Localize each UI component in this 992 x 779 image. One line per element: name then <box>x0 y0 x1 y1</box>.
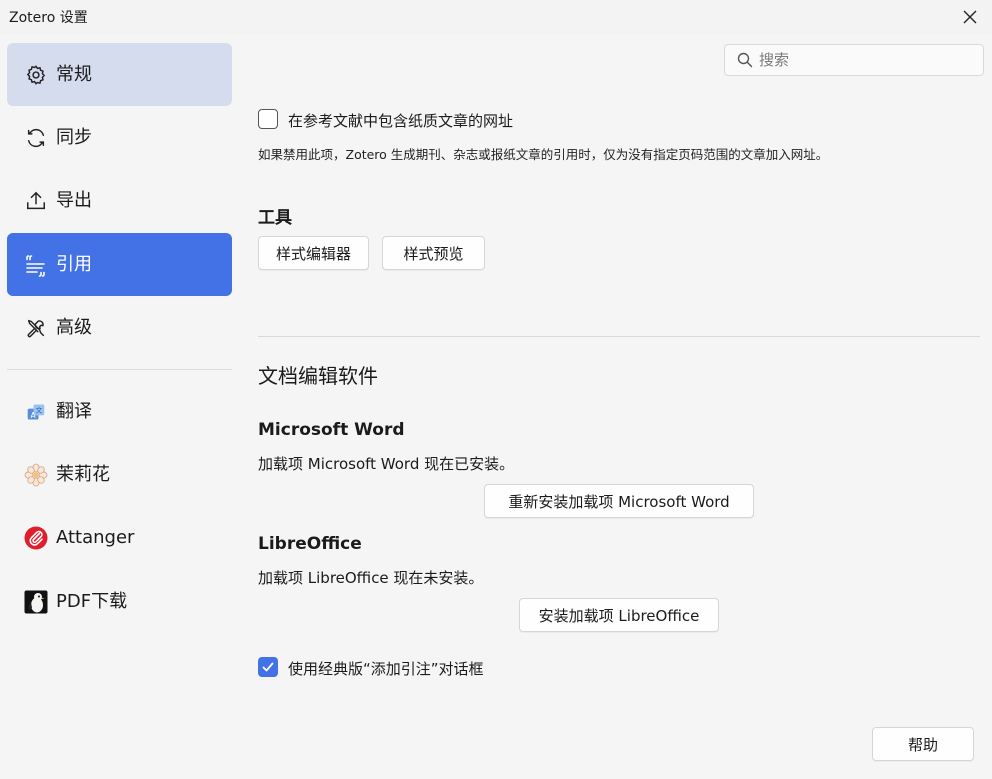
reinstall-word-addin-button[interactable]: 重新安装加载项 Microsoft Word <box>484 484 754 518</box>
sidebar-item-label: 同步 <box>56 127 92 148</box>
search-input[interactable] <box>759 49 969 71</box>
sidebar-item-sync[interactable]: 同步 <box>7 106 232 169</box>
sidebar-item-cite[interactable]: 引用 <box>7 233 232 296</box>
sidebar-item-label: 翻译 <box>56 401 92 422</box>
export-icon <box>24 189 48 213</box>
gear-icon <box>24 63 48 87</box>
sidebar-divider <box>7 369 232 370</box>
sidebar-item-label: Attanger <box>56 527 135 548</box>
search-box[interactable] <box>724 44 984 76</box>
sidebar-item-translate[interactable]: A 文 翻译 <box>7 380 232 443</box>
sidebar-item-jasmine[interactable]: 茉莉花 <box>7 443 232 506</box>
sidebar-item-attanger[interactable]: Attanger <box>7 506 232 569</box>
sidebar-item-pdf-download[interactable]: PDF下载 <box>7 570 232 633</box>
sidebar-item-label: 茉莉花 <box>56 464 110 485</box>
settings-panel: 在参考文献中包含纸质文章的网址 如果禁用此项，Zotero 生成期刊、杂志或报纸… <box>240 34 992 779</box>
sidebar-item-export[interactable]: 导出 <box>7 169 232 232</box>
libreoffice-status: 加载项 LibreOffice 现在未安装。 <box>258 569 484 587</box>
sidebar: 常规 同步 导出 引用 高级 A 文 翻译 茉莉花 Attanger PDF下载 <box>0 34 240 779</box>
libreoffice-heading: LibreOffice <box>258 534 362 554</box>
translate-icon: A 文 <box>24 400 48 424</box>
install-libreoffice-addin-button[interactable]: 安装加载项 LibreOffice <box>519 598 719 632</box>
section-divider <box>258 336 980 337</box>
title-bar: Zotero 设置 <box>0 0 992 34</box>
sidebar-item-label: PDF下载 <box>56 591 128 612</box>
classic-dialog-label: 使用经典版“添加引注”对话框 <box>288 660 484 678</box>
sidebar-item-label: 导出 <box>56 190 92 211</box>
clipped-section-heading <box>258 76 348 86</box>
word-processors-heading: 文档编辑软件 <box>258 364 378 388</box>
window-title: Zotero 设置 <box>9 10 88 26</box>
tools-icon <box>24 316 48 340</box>
attanger-paperclip-icon <box>24 526 48 550</box>
style-preview-button[interactable]: 样式预览 <box>382 236 485 270</box>
tools-heading: 工具 <box>258 208 292 228</box>
help-button[interactable]: 帮助 <box>872 727 974 761</box>
sidebar-item-advanced[interactable]: 高级 <box>7 296 232 359</box>
sidebar-item-label: 引用 <box>56 254 92 275</box>
checkmark-icon <box>262 662 274 672</box>
include-url-checkbox[interactable] <box>258 109 278 129</box>
include-url-description: 如果禁用此项，Zotero 生成期刊、杂志或报纸文章的引用时，仅为没有指定页码范… <box>258 147 829 162</box>
search-icon <box>737 52 753 68</box>
word-status: 加载项 Microsoft Word 现在已安装。 <box>258 455 515 473</box>
sidebar-item-general[interactable]: 常规 <box>7 43 232 106</box>
svg-text:文: 文 <box>36 405 43 414</box>
quote-icon <box>24 253 48 277</box>
sync-icon <box>24 126 48 150</box>
pdf-download-penguin-icon <box>24 590 48 614</box>
jasmine-flower-icon <box>24 463 48 487</box>
classic-dialog-checkbox[interactable] <box>258 657 278 677</box>
style-editor-button[interactable]: 样式编辑器 <box>258 236 369 270</box>
sidebar-item-label: 高级 <box>56 317 92 338</box>
word-heading: Microsoft Word <box>258 420 405 440</box>
include-url-label: 在参考文献中包含纸质文章的网址 <box>288 112 514 130</box>
close-button[interactable] <box>948 0 992 34</box>
sidebar-item-label: 常规 <box>56 64 92 85</box>
close-icon <box>963 10 977 24</box>
